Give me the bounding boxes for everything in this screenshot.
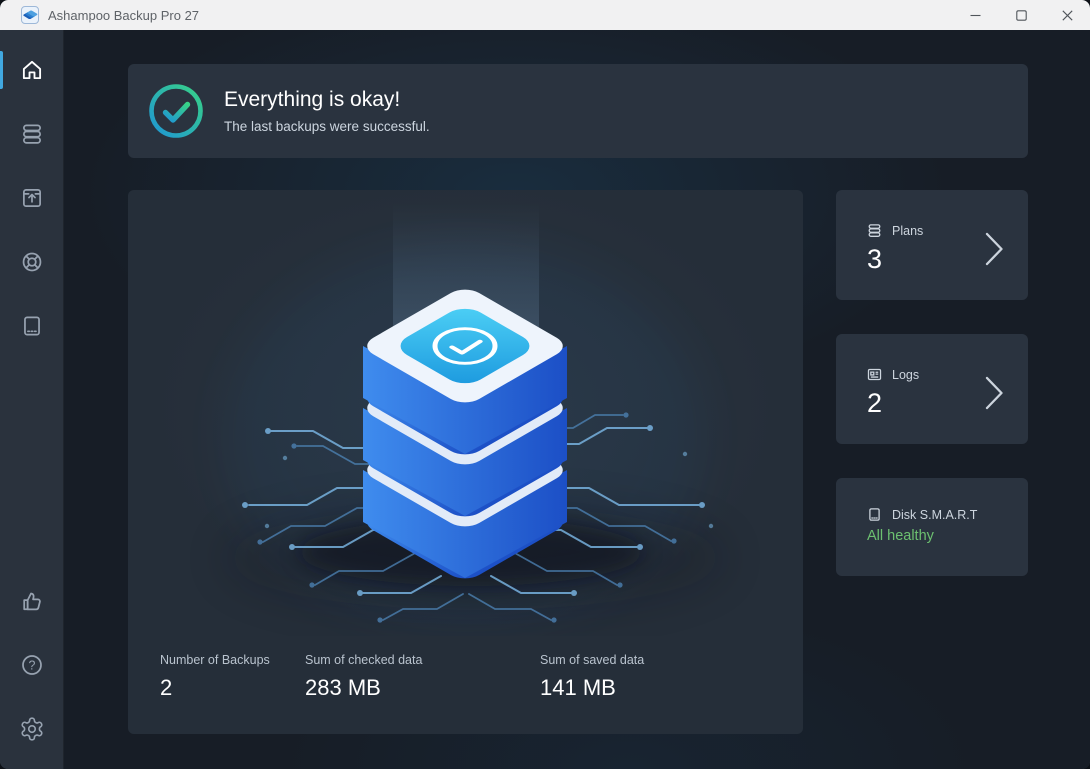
logs-icon [866,366,883,383]
sidebar: ? [0,30,64,769]
rescue-lifesaver-icon [19,249,45,275]
restore-box-icon [19,185,45,211]
disk-smart-card[interactable]: Disk S.M.A.R.T All healthy [836,478,1028,576]
stat-value: 2 [160,675,270,701]
minimize-button[interactable] [952,0,998,30]
card-value: 3 [867,244,882,275]
sidebar-item-backup-plans[interactable] [0,106,63,162]
feedback-thumbs-up-icon [19,588,45,614]
card-status-value: All healthy [867,528,934,544]
overview-panel: Number of Backups 2 Sum of checked data … [128,190,803,734]
settings-gear-icon [19,716,45,742]
stat-number-of-backups: Number of Backups 2 [160,653,270,701]
stat-label: Sum of checked data [305,653,422,667]
plans-card[interactable]: Plans 3 [836,190,1028,300]
app-title: Ashampoo Backup Pro 27 [48,8,199,23]
card-value: 2 [867,388,882,419]
logs-card[interactable]: Logs 2 [836,334,1028,444]
plans-icon [866,222,883,239]
home-icon [19,57,45,83]
titlebar: Ashampoo Backup Pro 27 [0,0,1090,30]
window-controls [952,0,1090,30]
maximize-button[interactable] [998,0,1044,30]
card-label: Logs [892,368,919,382]
sidebar-item-restore[interactable] [0,170,63,226]
sidebar-item-home[interactable] [0,42,63,98]
help-glyph: ? [28,658,35,672]
disk-smart-icon [866,506,883,523]
sidebar-top-group [0,42,63,354]
stat-value: 141 MB [540,675,644,701]
card-head: Disk S.M.A.R.T [866,506,977,523]
banner-title: Everything is okay! [224,88,430,112]
help-icon: ? [19,652,45,678]
banner-subtitle: The last backups were successful. [224,119,430,134]
card-label: Plans [892,224,923,238]
check-circle-icon [148,83,204,139]
banner-texts: Everything is okay! The last backups wer… [224,88,430,134]
chevron-right-icon [985,232,1004,266]
status-banner: Everything is okay! The last backups wer… [128,64,1028,158]
chevron-right-icon [985,376,1004,410]
stat-checked-data: Sum of checked data 283 MB [305,653,422,701]
close-button[interactable] [1044,0,1090,30]
card-head: Plans [866,222,923,239]
app-logo-icon [21,6,39,24]
sidebar-item-rescue[interactable] [0,234,63,290]
minimize-icon [970,10,981,21]
sidebar-item-settings[interactable] [0,701,63,757]
stat-saved-data: Sum of saved data 141 MB [540,653,644,701]
close-icon [1062,10,1073,21]
maximize-icon [1016,10,1027,21]
card-head: Logs [866,366,919,383]
card-label: Disk S.M.A.R.T [892,508,977,522]
active-indicator [0,51,3,89]
backup-plans-icon [19,121,45,147]
sidebar-item-disk[interactable] [0,298,63,354]
stat-value: 283 MB [305,675,422,701]
sidebar-bottom-group: ? [0,573,63,757]
app-window: Ashampoo Backup Pro 27 [0,0,1090,769]
sidebar-item-feedback[interactable] [0,573,63,629]
server-stack-illustration [145,196,785,636]
disk-icon [19,313,45,339]
stat-label: Number of Backups [160,653,270,667]
sidebar-item-help[interactable]: ? [0,637,63,693]
stat-label: Sum of saved data [540,653,644,667]
